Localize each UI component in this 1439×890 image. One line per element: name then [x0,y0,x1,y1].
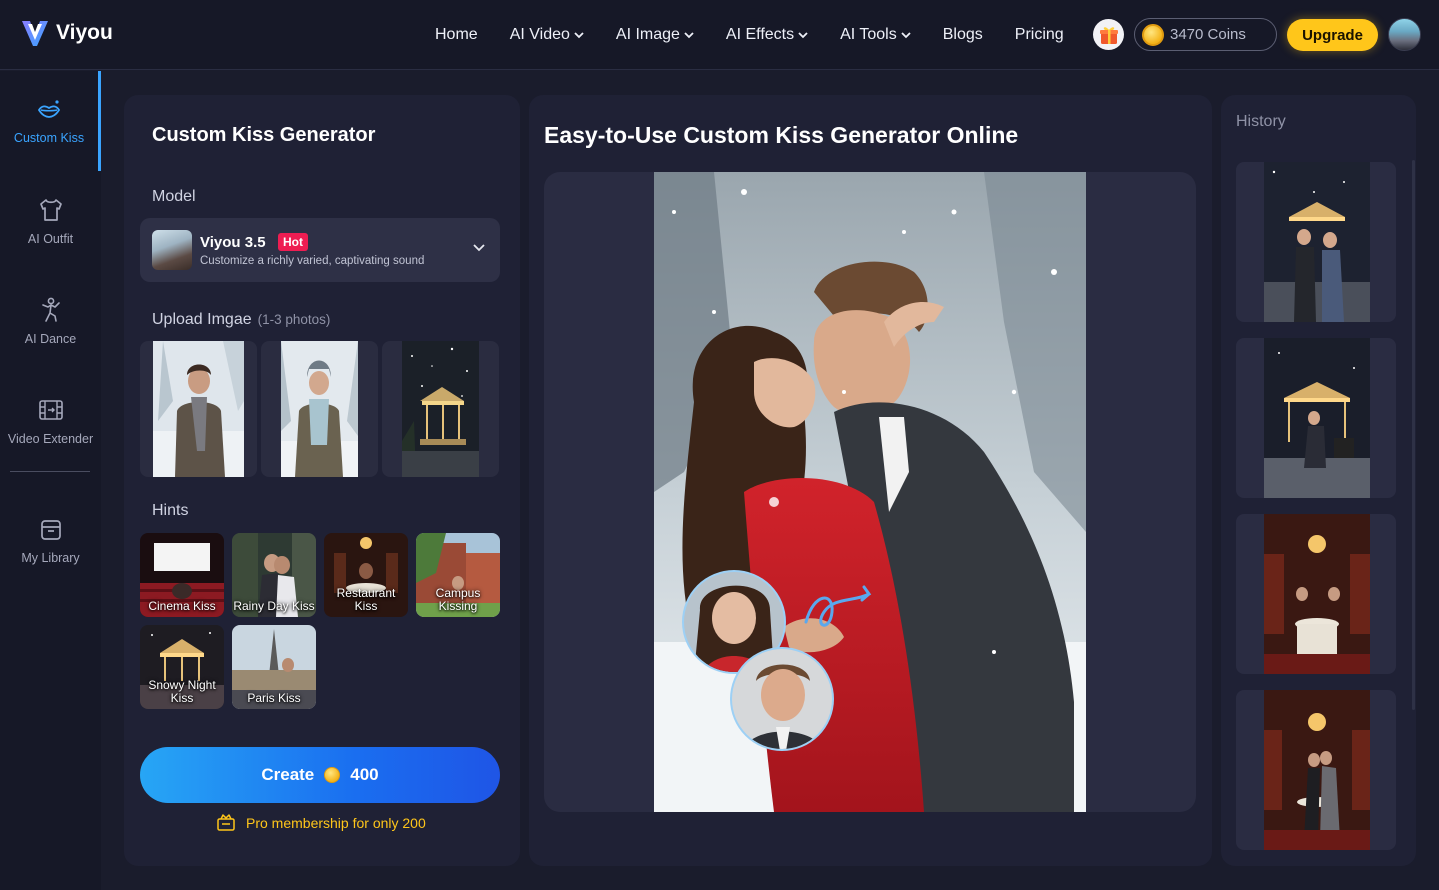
nav-home-label: Home [435,26,478,43]
history-thumb [1264,690,1370,850]
generator-title: Custom Kiss Generator [152,124,376,146]
gift-button[interactable] [1093,19,1124,50]
nav-ai-image-label: AI Image [615,26,680,43]
model-description: Customize a richly varied, captivating s… [200,255,425,267]
history-scrollbar[interactable] [1412,160,1415,710]
shirt-icon [39,199,62,221]
coin-icon [1142,23,1164,46]
preview-title: Easy-to-Use Custom Kiss Generator Online [544,122,1019,148]
archive-box-icon [40,520,61,540]
hint-snowy-night-kiss[interactable]: Snowy Night Kiss [140,625,224,709]
sidebar-item-label: My Library [21,551,80,565]
upload-label: Upload Imgae (1-3 photos) [152,311,330,329]
kiss-lips-icon [37,100,61,118]
hint-label: Rainy Day Kiss [233,599,315,613]
history-thumb [1264,338,1370,498]
history-item[interactable] [1236,514,1396,674]
hint-label: Campus Kissing [435,586,481,613]
nav-home[interactable]: Home [419,26,494,44]
main-nav: Home AI Video AI Image AI Effects AI Too… [419,0,1080,70]
coin-icon [324,767,341,783]
hint-label: Paris Kiss [247,691,301,705]
nav-blogs-label: Blogs [942,26,983,43]
top-bar: Viyou Home AI Video AI Image AI Effects … [0,0,1439,70]
chevron-down-icon [901,32,911,39]
dance-figure-icon [41,297,60,322]
preview-image [654,172,1086,812]
kiss-scene-image [654,172,1086,812]
sidebar-item-ai-outfit[interactable]: AI Outfit [0,171,101,271]
history-item[interactable] [1236,690,1396,850]
history-item[interactable] [1236,338,1396,498]
hint-rainy-day-kiss[interactable]: Rainy Day Kiss [232,533,316,617]
pro-membership-link[interactable]: Pro membership for only 200 [216,814,426,832]
gift-icon [1099,26,1118,44]
model-thumbnail [152,230,192,270]
nav-ai-tools[interactable]: AI Tools [824,26,927,44]
nav-pricing[interactable]: Pricing [999,26,1080,44]
chevron-down-icon [473,244,485,252]
create-cost: 400 [350,765,379,784]
sidebar-item-label: AI Outfit [27,232,74,246]
coins-balance[interactable]: 3470 Coins [1134,18,1277,51]
nav-ai-tools-label: AI Tools [840,26,897,43]
upload-slot-3[interactable] [382,341,499,477]
uploaded-photo-woman [281,341,358,477]
hint-cinema-kiss[interactable]: Cinema Kiss [140,533,224,617]
sidebar-item-label: Custom Kiss [13,131,85,145]
hints-label: Hints [152,502,189,519]
sidebar-item-my-library[interactable]: My Library [0,491,101,591]
sidebar-item-label: AI Dance [24,332,77,346]
coins-text: 3470 Coins [1170,26,1246,43]
create-label: Create [261,765,315,784]
nav-ai-effects-label: AI Effects [725,26,795,43]
nav-pricing-label: Pricing [1014,26,1064,43]
upload-limit: (1-3 photos) [257,312,331,327]
nav-ai-image[interactable]: AI Image [600,26,710,44]
hint-paris-kiss[interactable]: Paris Kiss [232,625,316,709]
chevron-down-icon [798,32,808,39]
model-label: Model [152,188,196,205]
uploaded-photo-man [153,341,244,477]
hint-label: Restaurant Kiss [336,586,396,613]
viyou-logo-icon [22,21,48,46]
sidebar: Custom Kiss AI Outfit AI Dance Video Ext… [0,71,101,890]
upgrade-button[interactable]: Upgrade [1287,19,1378,51]
nav-ai-effects[interactable]: AI Effects [710,26,824,44]
history-thumb [1264,514,1370,674]
create-button[interactable]: Create 400 [140,747,500,803]
chevron-down-icon [684,32,694,39]
upload-label-text: Upload Imgae [152,311,252,328]
hint-campus-kissing[interactable]: Campus Kissing [416,533,500,617]
pro-membership-text: Pro membership for only 200 [246,815,426,831]
sidebar-item-custom-kiss[interactable]: Custom Kiss [0,71,101,171]
hint-restaurant-kiss[interactable]: Restaurant Kiss [324,533,408,617]
film-extend-icon [38,400,63,420]
sidebar-divider [10,471,90,472]
hot-badge: Hot [278,233,308,251]
chevron-down-icon [574,32,584,39]
history-item[interactable] [1236,162,1396,322]
hint-label: Cinema Kiss [148,599,216,613]
hint-label: Snowy Night Kiss [148,678,216,705]
avatar[interactable] [1388,18,1421,51]
sidebar-item-label: Video Extender [7,432,94,446]
sidebar-item-video-extender[interactable]: Video Extender [0,371,101,471]
history-label: History [1236,113,1286,130]
nav-ai-video[interactable]: AI Video [494,26,600,44]
uploaded-photo-carousel [402,341,479,477]
history-thumb [1264,162,1370,322]
nav-blogs[interactable]: Blogs [927,26,999,44]
upload-slot-1[interactable] [140,341,257,477]
sidebar-item-ai-dance[interactable]: AI Dance [0,271,101,371]
nav-ai-video-label: AI Video [509,26,570,43]
logo[interactable]: Viyou [20,18,113,48]
model-select[interactable]: Viyou 3.5 Hot Customize a richly varied,… [140,218,500,282]
logo-text: Viyou [56,21,113,44]
crown-box-icon [217,814,235,831]
upload-slot-2[interactable] [261,341,378,477]
model-name: Viyou 3.5 [200,234,266,251]
